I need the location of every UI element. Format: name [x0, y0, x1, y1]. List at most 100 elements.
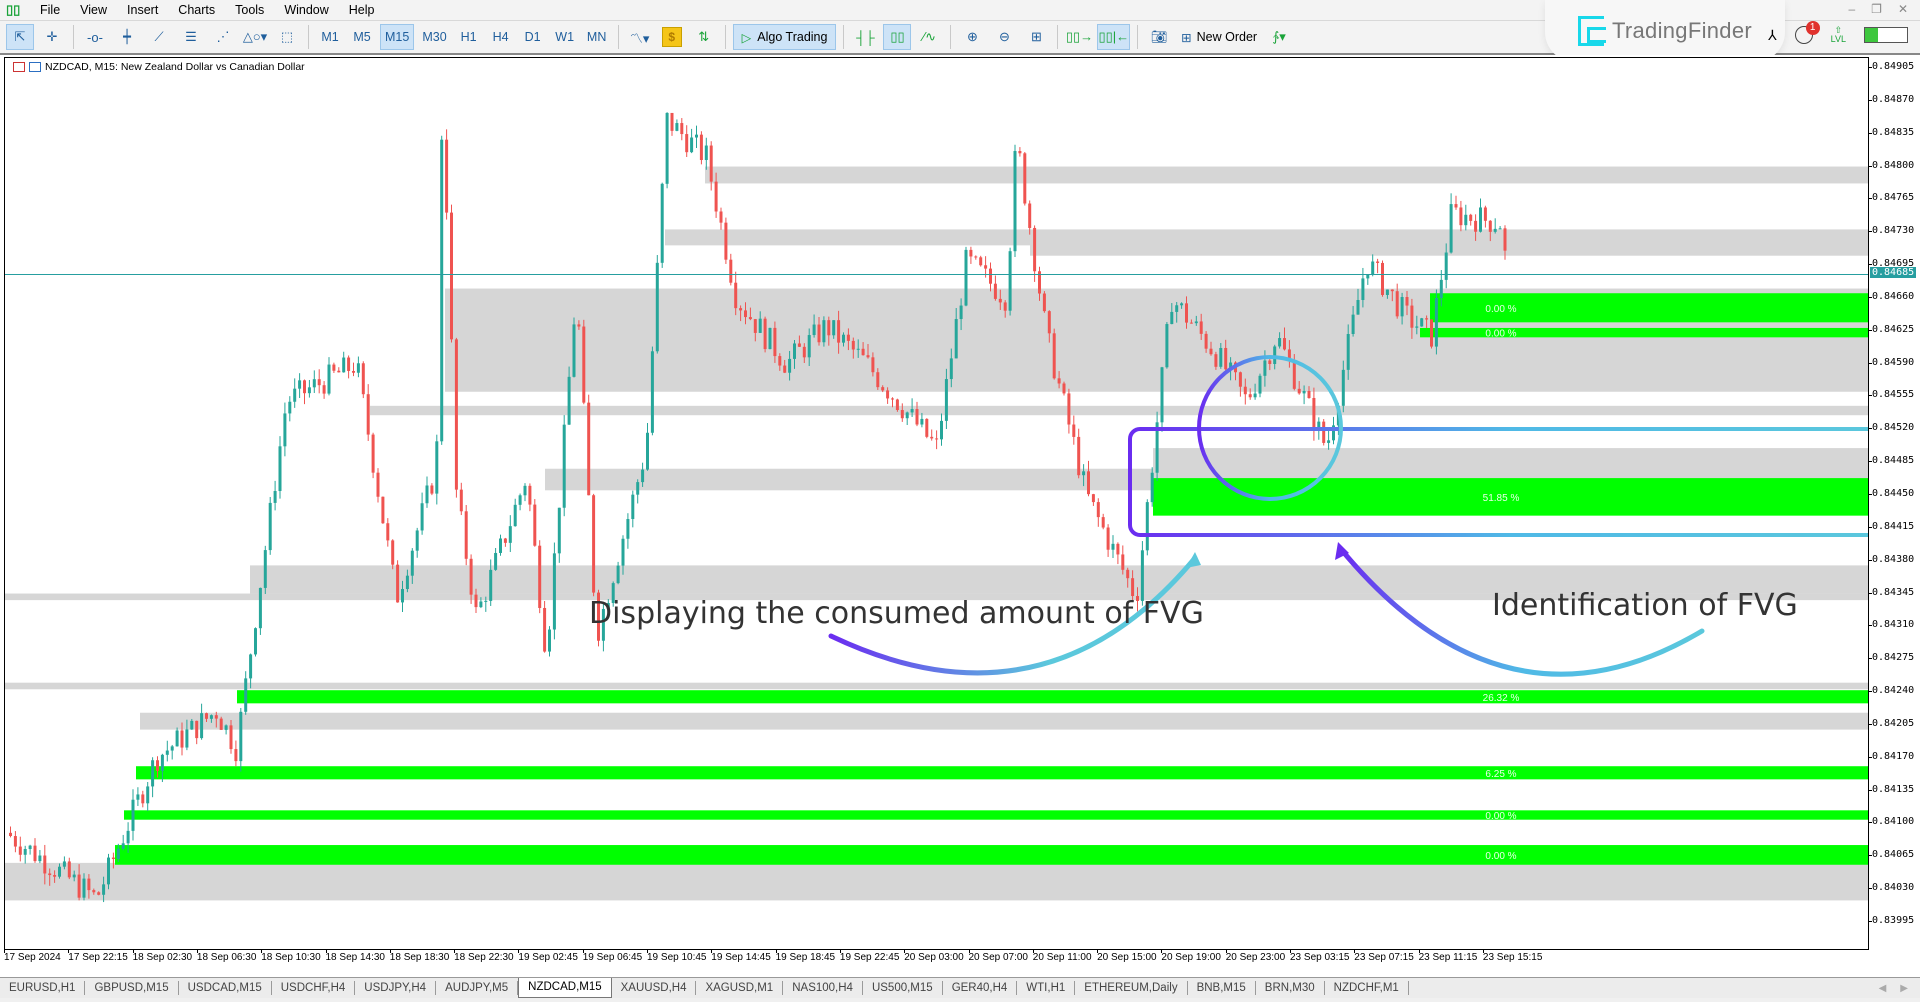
menu-charts[interactable]: Charts: [170, 0, 227, 20]
candle-body: [77, 874, 81, 898]
price-tick-label: 0.84135: [1867, 783, 1915, 795]
chart-tab[interactable]: WTI,H1: [1017, 981, 1076, 995]
chart-tab[interactable]: NAS100,H4: [783, 981, 863, 995]
candle-body: [954, 319, 958, 359]
candle-body: [160, 754, 164, 771]
timeframe-mn[interactable]: MN: [583, 24, 611, 50]
candle-body: [1052, 333, 1056, 379]
zoom-in-button[interactable]: ⊕: [958, 24, 986, 50]
cursor-tool-button[interactable]: ⇱: [6, 24, 34, 50]
shapes-button[interactable]: △○▾: [241, 24, 269, 50]
candle-body: [1415, 326, 1419, 328]
chart-tab[interactable]: USDJPY,H4: [355, 981, 437, 995]
chart-tab[interactable]: US500,M15: [863, 981, 943, 995]
price-tick-label: 0.84800: [1867, 159, 1915, 171]
timeframe-h1[interactable]: H1: [455, 24, 483, 50]
price-tick-label: 0.84065: [1867, 849, 1915, 861]
algo-trading-button[interactable]: ▷ Algo Trading: [732, 24, 837, 50]
trendline-icon: ⟋: [154, 29, 164, 44]
new-order-button[interactable]: ⊞ New Order: [1177, 24, 1261, 50]
candle-body: [552, 553, 556, 630]
indicators-button[interactable]: 〽▾: [626, 24, 654, 50]
restore-icon[interactable]: ❐: [1871, 2, 1882, 16]
autoscroll-button[interactable]: ▯▯→: [1065, 24, 1093, 50]
chart-tab[interactable]: NZDCAD,M15: [518, 978, 612, 998]
notifications-button[interactable]: 1: [1794, 21, 1820, 44]
timeframe-h4[interactable]: H4: [487, 24, 515, 50]
price-tick-label: 0.84380: [1867, 553, 1915, 565]
candle-body: [1459, 207, 1463, 226]
trade-button[interactable]: ⇅: [690, 24, 718, 50]
time-axis[interactable]: 17 Sep 2024 17 Sep 22:15 18 Sep 02:30 18 Se…: [4, 949, 1867, 969]
candlestick-chart-button[interactable]: ▯▯: [883, 24, 912, 50]
chart-tab[interactable]: GBPUSD,M15: [85, 981, 179, 995]
chart-tab[interactable]: USDCAD,M15: [179, 981, 272, 995]
chart-tab[interactable]: AUDJPY,M5: [436, 981, 519, 995]
notification-badge: 1: [1805, 21, 1820, 35]
menu-view[interactable]: View: [72, 0, 119, 20]
menu-file[interactable]: File: [32, 0, 72, 20]
menu-insert[interactable]: Insert: [119, 0, 170, 20]
timeframe-m30[interactable]: M30: [418, 24, 450, 50]
timeframe-w1[interactable]: W1: [551, 24, 579, 50]
candle-body: [1160, 367, 1164, 423]
minimize-icon[interactable]: –: [1848, 2, 1855, 16]
candle-body: [92, 890, 96, 893]
chart-tab[interactable]: XAUUSD,H4: [612, 981, 697, 995]
price-axis[interactable]: 0.84905 0.84870 0.84835 0.84800 0.84765 0.847…: [1867, 57, 1920, 948]
candle-body: [214, 715, 218, 719]
candle-body: [190, 720, 194, 730]
menu-help[interactable]: Help: [341, 0, 387, 20]
market-button[interactable]: $: [658, 24, 686, 50]
fibonacci-button[interactable]: ⋰: [209, 24, 237, 50]
chart-area[interactable]: NZDCAD, M15: New Zealand Dollar vs Canad…: [4, 57, 1869, 950]
chart-shift-button[interactable]: ▯▯|←: [1097, 24, 1131, 50]
timeframe-d1[interactable]: D1: [519, 24, 547, 50]
vertical-line-button[interactable]: ┿: [113, 24, 141, 50]
chart-tab[interactable]: EURUSD,H1: [0, 981, 86, 995]
chart-tab[interactable]: GER40,H4: [943, 981, 1018, 995]
close-icon[interactable]: ✕: [1898, 2, 1908, 16]
screenshot-button[interactable]: 📷︎: [1145, 24, 1173, 50]
account-icon[interactable]: ⅄: [1768, 27, 1777, 44]
signal-button[interactable]: ∱▾: [1265, 24, 1293, 50]
menu-window[interactable]: Window: [276, 0, 340, 20]
chart-tab[interactable]: XAGUSD,M1: [696, 981, 784, 995]
tab-scroll-left-icon[interactable]: ◀: [1879, 983, 1887, 994]
candle-body: [1199, 321, 1203, 334]
zoom-out-button[interactable]: ⊖: [990, 24, 1018, 50]
candle-body: [979, 257, 983, 266]
price-tick-label: 0.84625: [1867, 323, 1915, 335]
horizontal-line-button[interactable]: -o-: [81, 24, 109, 50]
candle-body: [219, 718, 223, 730]
chart-tab[interactable]: BRN,M30: [1256, 981, 1325, 995]
candle-body: [1292, 360, 1296, 389]
chart-tab[interactable]: NZDCHF,M1: [1325, 981, 1409, 995]
candle-body: [239, 711, 243, 762]
channel-button[interactable]: ☰: [177, 24, 205, 50]
candle-body: [817, 324, 821, 343]
tab-scroll-right-icon[interactable]: ▶: [1900, 983, 1908, 994]
candle-body: [185, 729, 189, 748]
candle-body: [557, 507, 561, 554]
fvg-percent-label: 0.00 %: [1485, 851, 1516, 862]
chart-tab[interactable]: USDCHF,H4: [272, 981, 356, 995]
timeframe-m1[interactable]: M1: [316, 24, 344, 50]
bar-chart-button[interactable]: ┤├: [851, 24, 879, 50]
objects-button[interactable]: ⬚: [273, 24, 301, 50]
timeframe-m5[interactable]: M5: [348, 24, 376, 50]
chart-tab[interactable]: BNB,M15: [1188, 981, 1256, 995]
candle-body: [783, 365, 787, 373]
tile-windows-button[interactable]: ⊞: [1022, 24, 1050, 50]
candle-body: [224, 725, 228, 730]
candle-body: [895, 399, 899, 410]
chart-tab[interactable]: ETHEREUM,Daily: [1075, 981, 1188, 995]
trendline-button[interactable]: ⟋: [145, 24, 173, 50]
candle-body: [1268, 360, 1272, 364]
toolbar-divider: [617, 25, 619, 49]
crosshair-tool-button[interactable]: ✛: [38, 24, 66, 50]
line-chart-button[interactable]: ⁄∿: [915, 24, 943, 50]
timeframe-m15[interactable]: M15: [380, 24, 415, 50]
menu-tools[interactable]: Tools: [227, 0, 276, 20]
candle-body: [229, 725, 233, 750]
